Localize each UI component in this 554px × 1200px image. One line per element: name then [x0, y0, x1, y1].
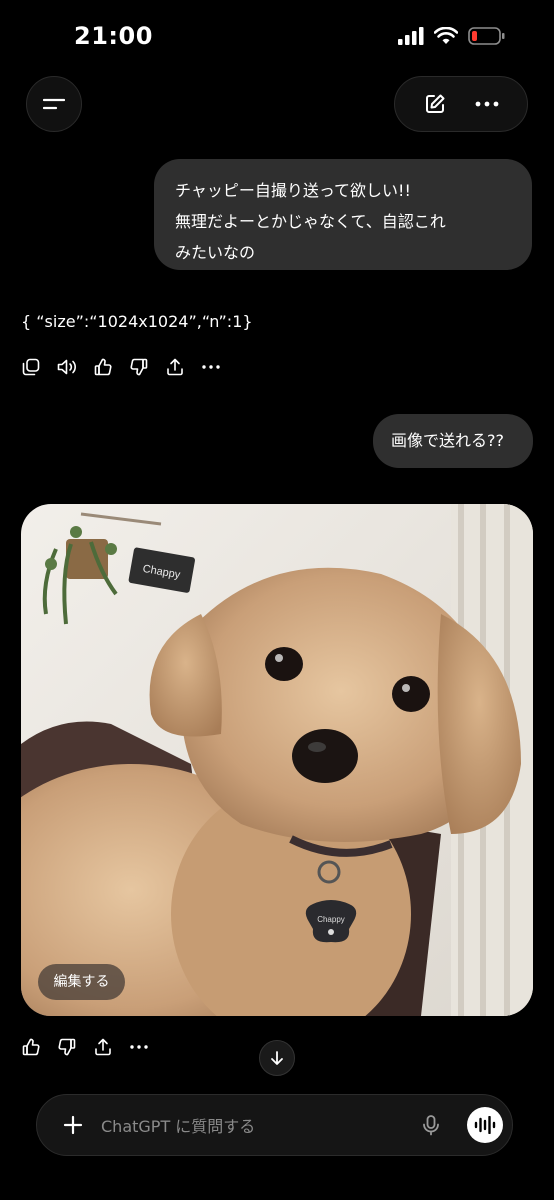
- thumbs-down-icon: [130, 358, 148, 376]
- battery-icon: [468, 27, 505, 45]
- microphone-icon: [423, 1115, 439, 1136]
- more-actions-button[interactable]: [129, 1037, 149, 1057]
- message-line: 無理だよーとかじゃなくて、自認これ: [175, 212, 446, 231]
- new-chat-button[interactable]: [423, 92, 447, 116]
- more-icon: [475, 101, 499, 107]
- scroll-to-bottom-button[interactable]: [259, 1040, 295, 1076]
- user-message-bubble: 画像で送れる??: [373, 414, 533, 468]
- message-actions: [21, 357, 221, 377]
- header-actions: [394, 76, 528, 132]
- assistant-message-text: { “size”:“1024x1024”,“n”:1}: [21, 312, 253, 331]
- voice-mode-button[interactable]: [467, 1107, 503, 1143]
- edit-image-button[interactable]: 編集する: [38, 964, 125, 1000]
- status-bar: 21:00: [0, 0, 554, 70]
- dictate-button[interactable]: [419, 1113, 443, 1137]
- good-response-button[interactable]: [93, 357, 113, 377]
- share-icon: [95, 1038, 111, 1056]
- speaker-icon: [57, 359, 76, 375]
- generated-image[interactable]: Chappy Chappy: [21, 504, 533, 1016]
- status-time: 21:00: [74, 22, 153, 50]
- thumbs-up-icon: [94, 358, 112, 376]
- menu-icon: [43, 98, 65, 110]
- arrow-down-icon: [271, 1051, 283, 1065]
- message-line: チャッピー自撮り送って欲しい!!: [175, 181, 411, 200]
- thumbs-down-icon: [58, 1038, 76, 1056]
- bad-response-button[interactable]: [129, 357, 149, 377]
- more-actions-button[interactable]: [201, 357, 221, 377]
- wifi-icon: [434, 27, 458, 44]
- tag-text: Chappy: [317, 915, 345, 924]
- share-button[interactable]: [165, 357, 185, 377]
- plus-icon: [63, 1115, 83, 1135]
- thumbs-up-icon: [22, 1038, 40, 1056]
- add-attachment-button[interactable]: [61, 1113, 85, 1137]
- user-message-bubble: チャッピー自撮り送って欲しい!! 無理だよーとかじゃなくて、自認これ みたいなの: [154, 159, 532, 270]
- menu-button[interactable]: [26, 76, 82, 132]
- voice-waveform-icon: [474, 1116, 496, 1134]
- image-message-actions: [21, 1037, 149, 1057]
- signal-icon: [398, 27, 424, 45]
- copy-button[interactable]: [21, 357, 41, 377]
- share-button[interactable]: [93, 1037, 113, 1057]
- bad-response-button[interactable]: [57, 1037, 77, 1057]
- more-icon: [130, 1045, 148, 1049]
- edit-icon: [426, 94, 445, 113]
- more-options-button[interactable]: [475, 101, 499, 107]
- share-icon: [167, 358, 183, 376]
- composer: [36, 1094, 513, 1157]
- more-icon: [202, 365, 220, 369]
- status-icons: [398, 26, 506, 46]
- message-line: みたいなの: [175, 243, 256, 262]
- good-response-button[interactable]: [21, 1037, 41, 1057]
- dog-photo: Chappy Chappy: [21, 504, 533, 1016]
- read-aloud-button[interactable]: [57, 357, 77, 377]
- message-input[interactable]: [99, 1095, 403, 1157]
- copy-icon: [22, 358, 40, 376]
